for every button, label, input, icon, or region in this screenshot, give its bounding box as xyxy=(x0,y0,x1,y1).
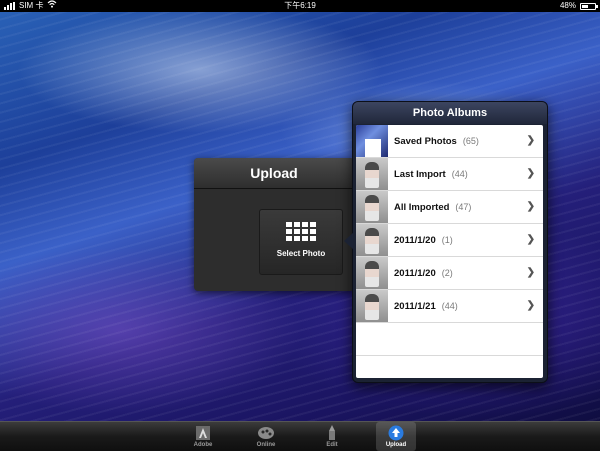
album-row-last-import[interactable]: Last Import (44) ❯ xyxy=(356,158,543,191)
album-count: (44) xyxy=(451,169,468,179)
album-count: (44) xyxy=(441,301,458,311)
album-list: Saved Photos (65) ❯ Last Import (44) ❯ A… xyxy=(356,125,543,378)
status-bar: SIM 卡 下午6:19 48% xyxy=(0,0,600,12)
online-icon xyxy=(246,425,286,441)
album-name: 2011/1/20 xyxy=(394,267,436,279)
album-name: All Imported xyxy=(394,201,450,213)
tab-label: Online xyxy=(256,442,276,448)
popover-arrow xyxy=(344,232,354,250)
tab-label: Edit xyxy=(326,442,338,448)
upload-panel: Upload Select Photo xyxy=(194,158,354,291)
adobe-icon xyxy=(183,425,223,441)
chevron-right-icon: ❯ xyxy=(526,234,535,245)
album-count: (65) xyxy=(462,136,479,146)
chevron-right-icon: ❯ xyxy=(526,201,535,212)
album-name: Saved Photos xyxy=(394,135,457,147)
chevron-right-icon: ❯ xyxy=(526,168,535,179)
upload-title: Upload xyxy=(194,158,354,189)
tab-adobe[interactable]: Adobe xyxy=(183,422,223,451)
album-thumbnail xyxy=(356,158,388,190)
album-thumbnail xyxy=(356,257,388,289)
album-thumbnail xyxy=(356,290,388,322)
status-time: 下午6:19 xyxy=(284,1,316,10)
album-thumbnail xyxy=(356,191,388,223)
album-thumbnail xyxy=(356,125,388,157)
battery-icon xyxy=(580,2,598,10)
album-row-2011-1-21[interactable]: 2011/1/21 (44) ❯ xyxy=(356,290,543,323)
album-name: 2011/1/20 xyxy=(394,234,436,246)
album-name: Last Import xyxy=(394,168,446,180)
album-thumbnail xyxy=(356,224,388,256)
tab-online[interactable]: Online xyxy=(246,422,286,451)
album-count: (2) xyxy=(441,268,453,278)
edit-icon xyxy=(312,425,352,441)
chevron-right-icon: ❯ xyxy=(526,267,535,278)
upload-icon xyxy=(376,425,416,441)
album-count: (47) xyxy=(455,202,472,212)
select-photo-button[interactable]: Select Photo xyxy=(259,209,343,275)
tab-edit[interactable]: Edit xyxy=(312,422,352,451)
album-row-saved-photos[interactable]: Saved Photos (65) ❯ xyxy=(356,125,543,158)
album-row-2011-1-20-a[interactable]: 2011/1/20 (1) ❯ xyxy=(356,224,543,257)
battery-percent: 48% xyxy=(559,1,576,10)
chevron-right-icon: ❯ xyxy=(526,300,535,311)
album-name: 2011/1/21 xyxy=(394,300,436,312)
chevron-right-icon: ❯ xyxy=(526,135,535,146)
status-right: 48% xyxy=(559,0,598,12)
tab-label: Upload xyxy=(385,442,407,448)
empty-row xyxy=(356,323,543,356)
album-row-all-imported[interactable]: All Imported (47) ❯ xyxy=(356,191,543,224)
album-count: (1) xyxy=(441,235,453,245)
album-row-2011-1-20-b[interactable]: 2011/1/20 (2) ❯ xyxy=(356,257,543,290)
tab-bar: Adobe Online Edit Upload xyxy=(0,421,600,451)
select-photo-label: Select Photo xyxy=(276,249,326,258)
tab-label: Adobe xyxy=(193,442,213,448)
photo-grid-icon xyxy=(286,222,316,241)
photo-albums-popover: Photo Albums Saved Photos (65) ❯ Last Im… xyxy=(344,101,548,383)
tab-upload[interactable]: Upload xyxy=(376,422,416,451)
photo-albums-title: Photo Albums xyxy=(353,102,547,124)
